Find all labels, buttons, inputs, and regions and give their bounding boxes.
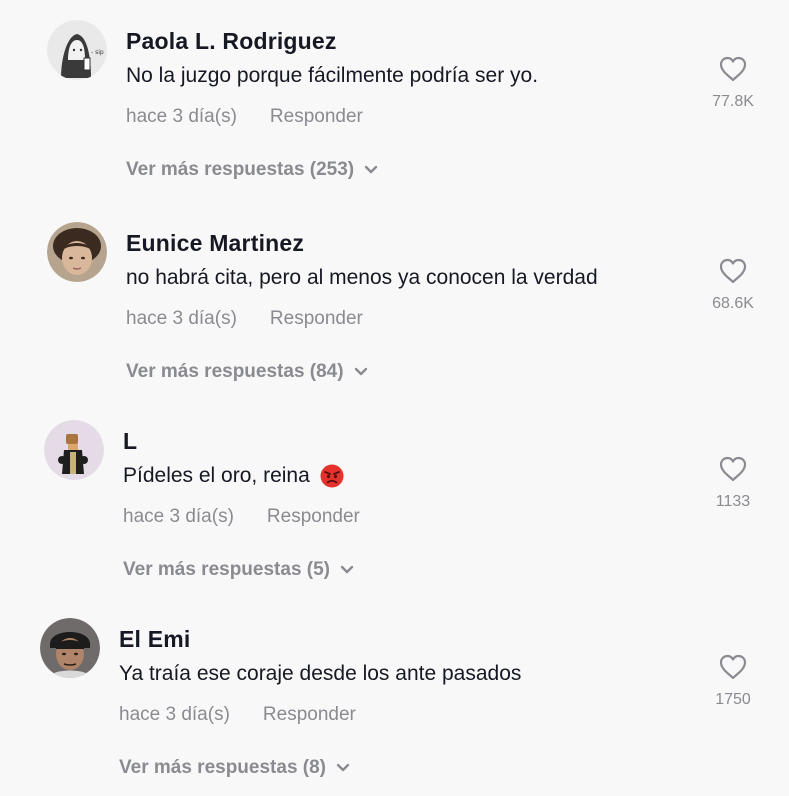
comment-text: Ya traía ese coraje desde los ante pasad…: [119, 662, 521, 686]
comment-text: No la juzgo porque fácilmente podría ser…: [126, 64, 538, 88]
comment-timestamp: hace 3 día(s): [123, 506, 234, 527]
comment-meta: hace 3 día(s) Responder: [119, 704, 356, 726]
heart-icon[interactable]: [703, 56, 763, 82]
view-more-replies-label: Ver más respuestas (84): [126, 361, 344, 382]
angry-face-emoji-icon: [320, 464, 344, 488]
heart-icon[interactable]: [703, 456, 763, 482]
comment-text: no habrá cita, pero al menos ya conocen …: [126, 266, 598, 290]
comment-text: Pídeles el oro, reina: [123, 464, 344, 488]
view-more-replies-button[interactable]: Ver más respuestas (5): [123, 559, 354, 581]
like-count: 1750: [715, 691, 751, 708]
svg-text:- sip: - sip: [91, 49, 104, 56]
view-more-replies-label: Ver más respuestas (253): [126, 159, 355, 180]
like-section: 1133: [703, 456, 763, 511]
comment-timestamp: hace 3 día(s): [126, 106, 237, 127]
heart-icon[interactable]: [703, 258, 763, 284]
comment-item: - sip Paola L. Rodriguez No la juzgo por…: [0, 0, 789, 198]
comment-text-content: Pídeles el oro, reina: [123, 464, 310, 487]
reply-button[interactable]: Responder: [263, 704, 356, 725]
like-count: 68.6K: [712, 295, 754, 312]
view-more-replies-button[interactable]: Ver más respuestas (84): [126, 361, 368, 383]
comment-username[interactable]: L: [123, 428, 137, 455]
reply-button[interactable]: Responder: [267, 506, 360, 527]
comment-text-content: No la juzgo porque fácilmente podría ser…: [126, 64, 539, 87]
avatar[interactable]: [47, 222, 107, 282]
comment-meta: hace 3 día(s) Responder: [126, 308, 363, 330]
comment-item: Eunice Martinez no habrá cita, pero al m…: [0, 202, 789, 400]
view-more-replies-button[interactable]: Ver más respuestas (253): [126, 159, 378, 181]
like-count: 77.8K: [712, 93, 754, 110]
comment-username[interactable]: Paola L. Rodriguez: [126, 28, 337, 55]
like-section: 1750: [703, 654, 763, 709]
chevron-down-icon: [354, 367, 368, 377]
comment-timestamp: hace 3 día(s): [119, 704, 230, 725]
like-count: 1133: [715, 493, 751, 510]
heart-icon[interactable]: [703, 654, 763, 680]
chevron-down-icon: [364, 165, 378, 175]
like-section: 68.6K: [703, 258, 763, 313]
comment-meta: hace 3 día(s) Responder: [123, 506, 360, 528]
chevron-down-icon: [340, 565, 354, 575]
reply-button[interactable]: Responder: [270, 106, 363, 127]
comment-text-content: Ya traía ese coraje desde los ante pasad…: [119, 662, 522, 685]
like-section: 77.8K: [703, 56, 763, 111]
view-more-replies-label: Ver más respuestas (8): [119, 757, 327, 778]
chevron-down-icon: [336, 763, 350, 773]
reply-button[interactable]: Responder: [270, 308, 363, 329]
comment-username[interactable]: Eunice Martinez: [126, 230, 304, 257]
comment-meta: hace 3 día(s) Responder: [126, 106, 363, 128]
comment-timestamp: hace 3 día(s): [126, 308, 237, 329]
avatar[interactable]: [40, 618, 100, 678]
comment-item: El Emi Ya traía ese coraje desde los ant…: [0, 598, 782, 796]
view-more-replies-label: Ver más respuestas (5): [123, 559, 331, 580]
comment-text-content: no habrá cita, pero al menos ya conocen …: [126, 266, 598, 289]
comment-item: L Pídeles el oro, reina hace 3 día(s) Res…: [0, 400, 786, 598]
view-more-replies-button[interactable]: Ver más respuestas (8): [119, 757, 350, 779]
comment-username[interactable]: El Emi: [119, 626, 191, 653]
avatar[interactable]: [44, 420, 104, 480]
avatar[interactable]: - sip: [47, 20, 107, 80]
